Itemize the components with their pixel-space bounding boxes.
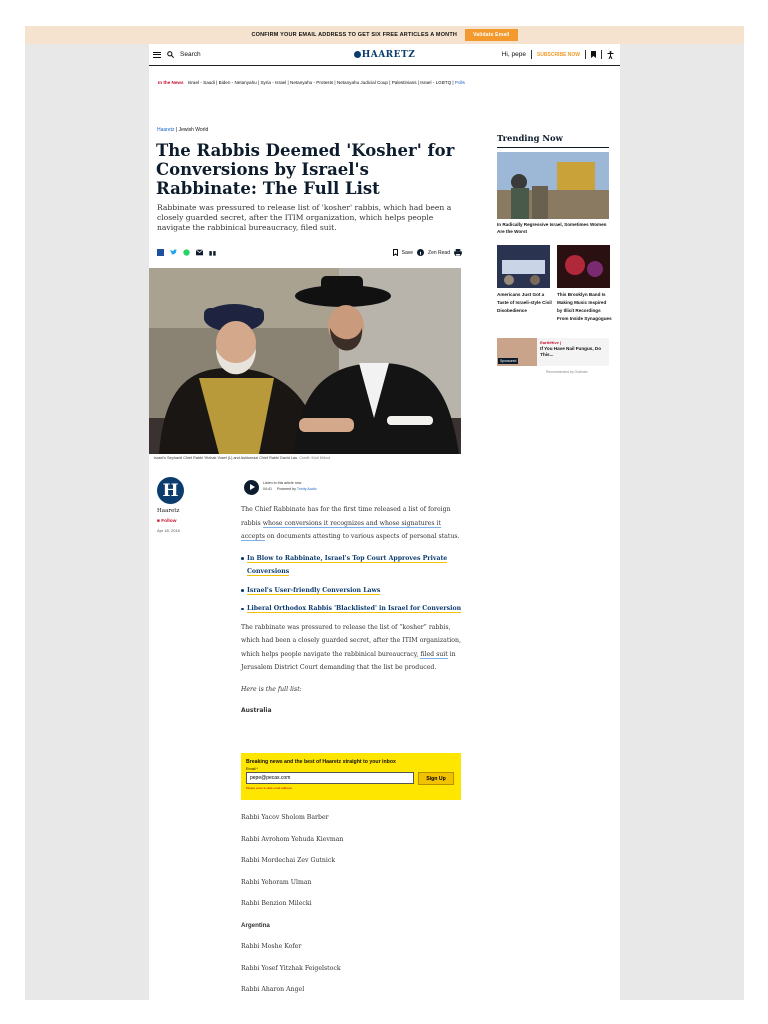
zen-read-button[interactable]: Zen Read [428, 250, 450, 256]
divider [530, 50, 532, 59]
trending-image-2[interactable] [497, 245, 550, 288]
in-the-news-bar: In the News Israel - Saudi | Biden - Net… [158, 80, 465, 85]
in-the-news-label: In the News [158, 80, 184, 85]
news-link[interactable]: Netanyahu Judicial Coup [337, 80, 388, 85]
article-title: The Rabbis Deemed 'Kosher' for Conversio… [156, 141, 455, 198]
breadcrumb-subsection[interactable]: Jewish World [179, 127, 209, 133]
email-error-text: Please enter a valid email address [246, 786, 292, 790]
share-toolbar: Save Zen Read [157, 249, 462, 256]
site-header: Search HAARETZ Hi, pepe SUBSCRIBE NOW [149, 44, 620, 66]
email-confirm-banner: CONFIRM YOUR EMAIL ADDRESS TO GET SIX FR… [25, 26, 744, 44]
list-item: Rabbi Yosef Yitzhak Feigelstock [241, 964, 341, 972]
related-link[interactable]: In Blow to Rabbinate, Israel's Top Court… [241, 552, 463, 579]
news-link[interactable]: Biden - Netanyahu [219, 80, 257, 85]
banner-text: CONFIRM YOUR EMAIL ADDRESS TO GET SIX FR… [251, 32, 458, 38]
sponsored-badge: Sponsored [498, 358, 519, 364]
divider [601, 50, 602, 59]
breadcrumb: Haaretz | Jewish World [157, 127, 209, 133]
paragraph-2: The rabbinate was pressured to release t… [241, 623, 461, 672]
whatsapp-icon[interactable] [183, 249, 190, 256]
article-body: The Chief Rabbinate has for the first ti… [241, 503, 463, 726]
email-icon[interactable] [196, 249, 203, 256]
news-link[interactable]: Israel - Saudi [188, 80, 215, 85]
article-page: Search HAARETZ Hi, pepe SUBSCRIBE NOW In… [149, 44, 620, 1000]
powered-by: Powered by [277, 487, 296, 491]
trending-headline-2[interactable]: Americans Just Got a Taste of Israeli-st… [497, 291, 552, 315]
sponsored-card[interactable]: Sponsored EarthHive | If You Have Nail Fu… [497, 338, 609, 366]
related-link[interactable]: Liberal Orthodox Rabbis 'Blacklisted' in… [241, 602, 463, 616]
newsletter-email-input[interactable] [246, 772, 414, 784]
news-link[interactable]: Israel - LGBTQ [420, 80, 451, 85]
bookmark-icon[interactable] [591, 51, 596, 58]
rabbi-list: Rabbi Yacov Sholom Barber Rabbi Avrohom … [241, 814, 461, 1008]
menu-icon[interactable] [153, 51, 161, 58]
hero-image-two-rabbis [149, 268, 461, 454]
outbrain-credit[interactable]: Recommended by Outbrain [546, 370, 587, 374]
validate-email-button[interactable]: Validate Email [465, 29, 518, 41]
paragraph-1: The Chief Rabbinate has for the first ti… [241, 506, 460, 541]
subscribe-button[interactable]: SUBSCRIBE NOW [537, 52, 580, 58]
related-links: In Blow to Rabbinate, Israel's Top Court… [241, 552, 463, 616]
twitter-icon[interactable] [170, 249, 177, 256]
audio-player: Listen to this article now 04:41 Powered… [244, 480, 317, 495]
audio-duration: 04:41 [263, 487, 272, 491]
trending-headline-3[interactable]: This Brooklyn Band Is Making Music Inspi… [557, 291, 612, 323]
facebook-icon[interactable] [157, 249, 164, 256]
save-icon[interactable] [392, 249, 398, 256]
image-caption: Israel's Sephardi Chief Rabbi Yitzhak Yo… [154, 456, 331, 460]
trending-image-3[interactable] [557, 245, 610, 288]
article-subtitle: Rabbinate was pressured to release list … [157, 203, 452, 232]
publish-date: Apr 18, 2016 [157, 528, 180, 533]
list-item: Rabbi Mordechai Zev Gutnick [241, 857, 336, 864]
email-label: Email * [246, 767, 259, 771]
list-item: Rabbi Yehoram Ulman [241, 878, 312, 886]
trinity-audio-link[interactable]: Trinity Audio [297, 487, 317, 491]
news-link[interactable]: Syria - Israel [260, 80, 286, 85]
news-link[interactable]: Netanyahu - Protests [290, 80, 333, 85]
search-icon[interactable] [167, 51, 174, 58]
country-heading: Argentina [241, 921, 270, 929]
list-item: Rabbi Yacov Sholom Barber [241, 814, 329, 821]
divider [585, 50, 586, 59]
sponsored-image[interactable]: Sponsored [497, 338, 538, 366]
list-item: Rabbi Aharon Angel [241, 986, 305, 993]
filed-suit-link[interactable]: filed suit [420, 650, 448, 659]
news-link[interactable]: Palestinians [392, 80, 417, 85]
follow-button[interactable]: ■ Follow [157, 519, 176, 524]
accessibility-icon[interactable] [607, 50, 614, 59]
sponsor-headline[interactable]: If You Have Nail Fungus, Do This... [540, 346, 606, 358]
country-heading: Australia [241, 707, 272, 714]
list-item: Rabbi Avrohom Yehuda Kievman [241, 835, 344, 843]
news-link-polls[interactable]: Polls [455, 80, 465, 85]
trending-headline-1[interactable]: In Radically Regressive Israel, Sometime… [497, 222, 609, 235]
list-item: Rabbi Benzion Milecki [241, 900, 312, 907]
newsletter-title: Breaking news and the best of Haaretz st… [246, 759, 396, 765]
author-avatar[interactable]: H [157, 477, 184, 504]
play-icon[interactable] [244, 480, 259, 495]
author-name[interactable]: Haaretz [157, 508, 179, 514]
save-button[interactable]: Save [402, 250, 413, 256]
breadcrumb-section[interactable]: Haaretz [157, 127, 175, 133]
image-credit: Credit: Moti Milrod [299, 456, 331, 460]
newsletter-signup: Breaking news and the best of Haaretz st… [241, 753, 461, 800]
list-item: Rabbi Moshe Kofer [241, 943, 302, 950]
trending-title: Trending Now [497, 133, 609, 148]
paragraph-3: Here is the full list: [241, 685, 302, 693]
trending-image-1[interactable] [497, 152, 609, 219]
related-link[interactable]: Israel's User-friendly Conversion Laws [241, 584, 463, 598]
zen-read-icon[interactable] [417, 249, 425, 256]
print-icon[interactable] [454, 249, 462, 256]
search-label[interactable]: Search [180, 51, 201, 58]
gift-icon[interactable] [209, 249, 216, 256]
sign-up-button[interactable]: Sign Up [418, 772, 454, 785]
user-greeting[interactable]: Hi, pepe [502, 51, 526, 58]
